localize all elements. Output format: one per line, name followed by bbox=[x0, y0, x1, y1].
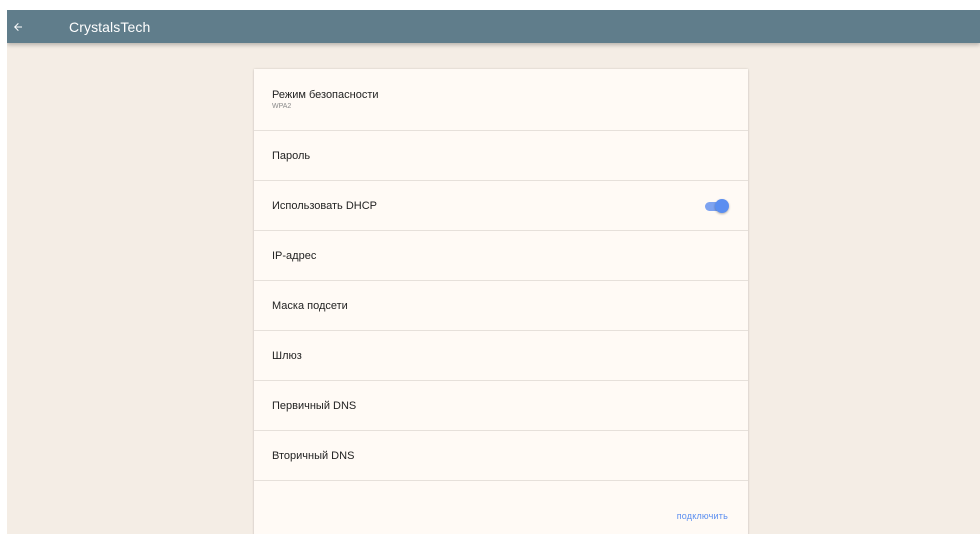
subnet-mask-row[interactable]: Маска подсети bbox=[254, 281, 748, 331]
dhcp-toggle[interactable] bbox=[703, 198, 729, 213]
secondary-dns-label: Вторичный DNS bbox=[272, 449, 355, 462]
ip-address-label: IP-адрес bbox=[272, 249, 317, 262]
wifi-settings-card: Режим безопасности WPA2 Пароль Использов… bbox=[254, 69, 748, 534]
security-mode-label: Режим безопасности bbox=[272, 89, 379, 101]
primary-dns-row[interactable]: Первичный DNS bbox=[254, 381, 748, 431]
security-mode-row[interactable]: Режим безопасности WPA2 bbox=[254, 69, 748, 131]
gateway-label: Шлюз bbox=[272, 349, 302, 362]
app-bar: CrystalsTech bbox=[7, 10, 980, 43]
app-title: CrystalsTech bbox=[69, 18, 151, 35]
app-window: CrystalsTech Режим безопасности WPA2 Пар… bbox=[7, 10, 980, 534]
password-row[interactable]: Пароль bbox=[254, 131, 748, 181]
dhcp-label: Использовать DHCP bbox=[272, 199, 378, 212]
dhcp-toggle-thumb bbox=[715, 198, 729, 213]
security-mode-value: WPA2 bbox=[272, 103, 292, 110]
ip-address-row[interactable]: IP-адрес bbox=[254, 231, 748, 281]
primary-dns-label: Первичный DNS bbox=[272, 399, 357, 412]
subnet-mask-label: Маска подсети bbox=[272, 299, 348, 312]
password-label: Пароль bbox=[272, 149, 311, 162]
card-footer: подключить bbox=[254, 481, 748, 534]
gateway-row[interactable]: Шлюз bbox=[254, 331, 748, 381]
dhcp-row[interactable]: Использовать DHCP bbox=[254, 181, 748, 231]
connect-button[interactable]: подключить bbox=[677, 511, 728, 521]
back-button[interactable] bbox=[8, 17, 28, 37]
secondary-dns-row[interactable]: Вторичный DNS bbox=[254, 431, 748, 481]
arrow-left-icon bbox=[12, 21, 24, 33]
